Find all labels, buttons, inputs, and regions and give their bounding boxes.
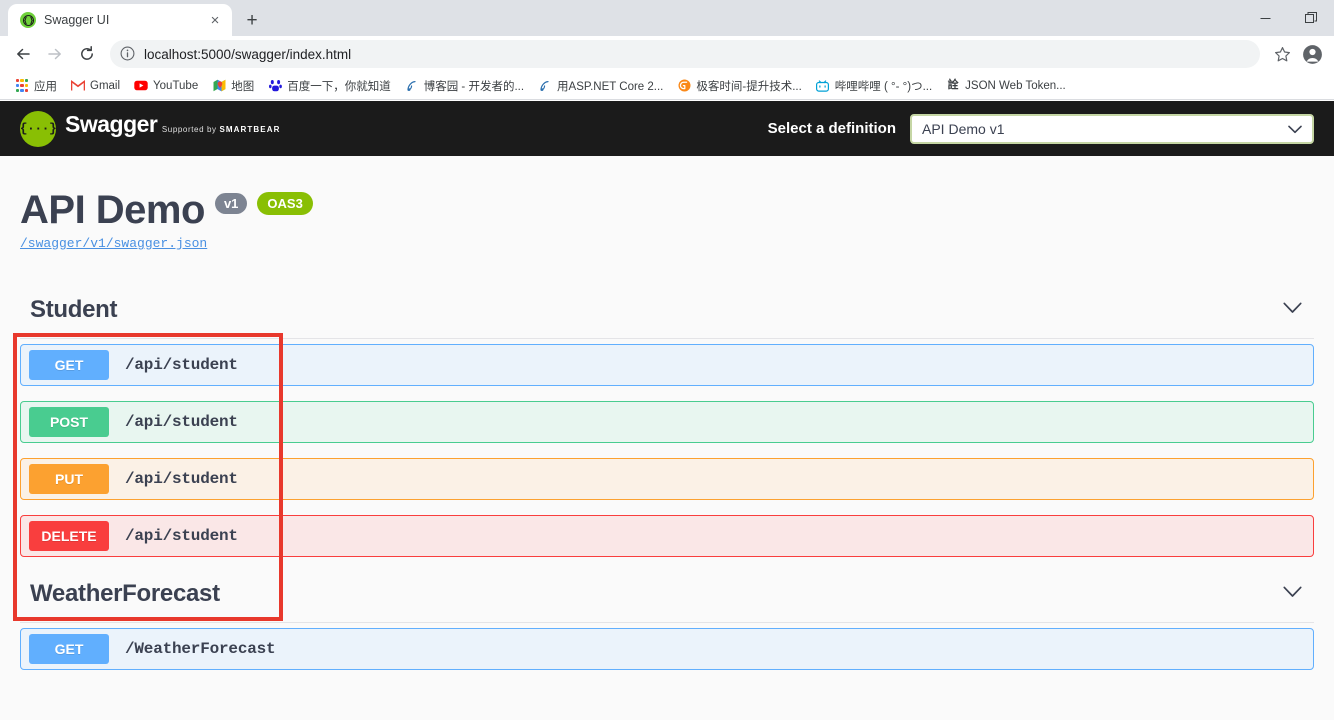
swagger-logo-text: Swagger	[65, 111, 157, 137]
bookmark-label: 用ASP.NET Core 2...	[557, 78, 663, 94]
apps-grid-icon	[15, 79, 29, 93]
bookmarks-bar: 应用 Gmail YouTube	[0, 72, 1334, 100]
swagger-favicon-icon	[20, 12, 36, 28]
back-arrow-icon[interactable]	[8, 39, 38, 69]
operation-path: /WeatherForecast	[125, 640, 275, 658]
api-info-block: API Demo v1 OAS3 /swagger/v1/swagger.jso…	[0, 156, 1334, 251]
swagger-logo[interactable]: {···} Swagger Supported by SMARTBEAR	[20, 111, 280, 147]
window-controls	[1242, 0, 1334, 36]
http-method-badge: GET	[29, 634, 109, 664]
bookmark-label: 地图	[231, 78, 254, 94]
geekbang-icon	[677, 79, 691, 93]
cnblogs-icon	[405, 79, 419, 93]
browser-tab-swagger-ui[interactable]: Swagger UI ×	[8, 4, 232, 36]
bookmark-label: JSON Web Token...	[965, 80, 1066, 92]
operation-row[interactable]: POST /api/student	[20, 401, 1314, 443]
http-method-badge: PUT	[29, 464, 109, 494]
operation-row[interactable]: DELETE /api/student	[20, 515, 1314, 557]
definition-selector-group: Select a definition API Demo v1	[768, 114, 1314, 144]
browser-window: Swagger UI × +	[0, 0, 1334, 720]
bookmark-apps[interactable]: 应用	[8, 75, 64, 97]
tab-strip: Swagger UI × +	[0, 0, 1334, 36]
swagger-logo-icon: {···}	[20, 111, 56, 147]
bookmark-maps[interactable]: 地图	[205, 75, 261, 97]
tag-header-weatherforecast[interactable]: WeatherForecast	[20, 572, 1314, 623]
operation-path: /api/student	[125, 527, 238, 545]
minimize-icon[interactable]	[1242, 2, 1288, 34]
maximize-icon[interactable]	[1288, 2, 1334, 34]
swagger-supported-by: Supported by SMARTBEAR	[162, 125, 281, 134]
cnblogs-icon	[538, 79, 552, 93]
operations-container: Student GET /api/student POST /api/stude…	[0, 288, 1334, 670]
operation-row[interactable]: PUT /api/student	[20, 458, 1314, 500]
swagger-json-link[interactable]: /swagger/v1/swagger.json	[20, 236, 1314, 251]
tab-title: Swagger UI	[44, 13, 198, 27]
new-tab-button[interactable]: +	[238, 6, 266, 34]
swagger-topbar: {···} Swagger Supported by SMARTBEAR Sel…	[0, 101, 1334, 156]
api-title-row: API Demo v1 OAS3	[20, 190, 1314, 230]
address-bar-url: localhost:5000/swagger/index.html	[144, 47, 351, 62]
gmail-icon	[71, 79, 85, 93]
tag-section-student: Student GET /api/student POST /api/stude…	[20, 288, 1314, 557]
browser-toolbar: localhost:5000/swagger/index.html	[0, 36, 1334, 72]
bookmark-jwt[interactable]: 詮 JSON Web Token...	[939, 75, 1073, 97]
youtube-icon	[134, 79, 148, 93]
chevron-down-icon	[1288, 121, 1302, 137]
account-avatar-icon[interactable]	[1298, 40, 1326, 68]
bookmark-label: 博客园 - 开发者的...	[424, 78, 524, 94]
bookmark-youtube[interactable]: YouTube	[127, 75, 205, 97]
operation-list-weatherforecast: GET /WeatherForecast	[20, 623, 1314, 670]
info-circle-icon[interactable]	[120, 46, 136, 62]
tag-title: WeatherForecast	[20, 580, 220, 608]
operation-row[interactable]: GET /api/student	[20, 344, 1314, 386]
chevron-down-icon[interactable]	[1283, 585, 1314, 603]
maps-icon	[212, 79, 226, 93]
version-badge: v1	[215, 193, 247, 214]
operation-row[interactable]: GET /WeatherForecast	[20, 628, 1314, 670]
address-bar[interactable]: localhost:5000/swagger/index.html	[110, 40, 1260, 68]
reload-icon[interactable]	[72, 39, 102, 69]
http-method-badge: GET	[29, 350, 109, 380]
forward-arrow-icon[interactable]	[40, 39, 70, 69]
page-viewport: {···} Swagger Supported by SMARTBEAR Sel…	[0, 101, 1334, 720]
http-method-badge: POST	[29, 407, 109, 437]
definition-select[interactable]: API Demo v1	[910, 114, 1314, 144]
definition-label: Select a definition	[768, 120, 896, 137]
bookmark-cnblogs[interactable]: 博客园 - 开发者的...	[398, 75, 531, 97]
operation-list-student: GET /api/student POST /api/student PUT /…	[20, 339, 1314, 557]
bookmark-baidu[interactable]: 百度一下，你就知道	[261, 75, 398, 97]
star-icon[interactable]	[1268, 40, 1296, 68]
oas-badge: OAS3	[257, 192, 312, 215]
bilibili-icon	[816, 79, 830, 93]
http-method-badge: DELETE	[29, 521, 109, 551]
tag-header-student[interactable]: Student	[20, 288, 1314, 339]
operation-path: /api/student	[125, 413, 238, 431]
tag-section-weatherforecast: WeatherForecast GET /WeatherForecast	[20, 572, 1314, 670]
bookmark-geekbang[interactable]: 极客时间-提升技术...	[670, 75, 808, 97]
bookmark-label: 应用	[34, 78, 57, 94]
chevron-down-icon[interactable]	[1283, 301, 1314, 319]
bookmark-gmail[interactable]: Gmail	[64, 75, 127, 97]
bookmark-label: 哔哩哔哩 ( °- °)つ...	[835, 78, 932, 94]
bookmark-label: YouTube	[153, 80, 198, 92]
bookmark-label: 百度一下，你就知道	[287, 78, 391, 94]
bookmark-aspnetcore-article[interactable]: 用ASP.NET Core 2...	[531, 75, 670, 97]
jwt-icon: 詮	[946, 79, 960, 93]
bookmark-label: Gmail	[90, 80, 120, 92]
tag-title: Student	[20, 296, 117, 324]
page-title: API Demo	[20, 190, 205, 230]
close-tab-icon[interactable]: ×	[206, 11, 224, 29]
bookmark-bilibili[interactable]: 哔哩哔哩 ( °- °)つ...	[809, 75, 939, 97]
operation-path: /api/student	[125, 356, 238, 374]
baidu-icon	[268, 79, 282, 93]
bookmark-label: 极客时间-提升技术...	[696, 78, 801, 94]
operation-path: /api/student	[125, 470, 238, 488]
definition-selected-value: API Demo v1	[922, 121, 1004, 137]
